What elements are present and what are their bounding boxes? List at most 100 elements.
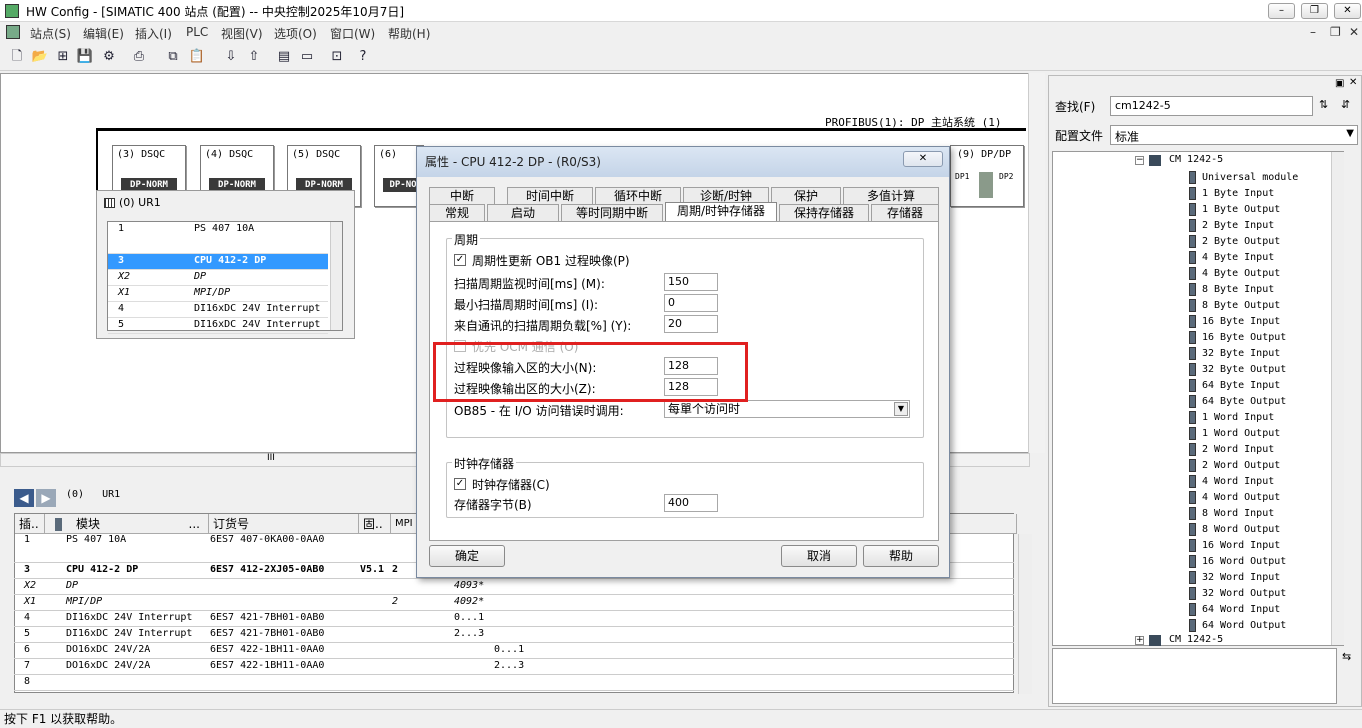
menu-help[interactable]: 帮助(H) bbox=[388, 25, 430, 42]
tree-item[interactable]: 64 Word Output bbox=[1189, 618, 1286, 634]
mdi-close-button[interactable]: ✕ bbox=[1349, 25, 1359, 39]
tree-item[interactable]: 8 Byte Output bbox=[1189, 298, 1280, 314]
tree-node-cm1242-2[interactable]: CM 1242-5 bbox=[1169, 634, 1223, 645]
tree-item[interactable]: 32 Word Output bbox=[1189, 586, 1286, 602]
panel-pin-icon[interactable]: ▣ bbox=[1335, 78, 1344, 89]
station-vertical-scrollbar[interactable] bbox=[1028, 73, 1045, 453]
upload-icon[interactable]: ⇧ bbox=[245, 48, 263, 66]
tree-node-cm1242[interactable]: CM 1242-5 bbox=[1169, 154, 1223, 165]
mdi-restore-button[interactable]: ❐ bbox=[1330, 25, 1341, 39]
ok-button[interactable]: 确定 bbox=[429, 545, 505, 567]
tree-item[interactable]: 16 Byte Input bbox=[1189, 314, 1280, 330]
maximize-button[interactable]: ❐ bbox=[1301, 3, 1328, 19]
slave-9-dpdp[interactable]: (9) DP/DP DP1 DP2 bbox=[950, 145, 1024, 207]
update-ob1-checkbox[interactable]: ✓ bbox=[454, 254, 466, 266]
table-row[interactable]: X1 MPI/DP 2 4092* bbox=[14, 595, 1014, 611]
tab-memory[interactable]: 存储器 bbox=[871, 204, 939, 221]
panel-close-icon[interactable]: ✕ bbox=[1349, 77, 1357, 88]
tree-item[interactable]: 16 Byte Output bbox=[1189, 330, 1286, 346]
rack-ur1[interactable]: (0) UR1 1 PS 407 10A 3 CPU 412-2 DP X2 DP X… bbox=[96, 190, 355, 339]
cancel-button[interactable]: 取消 bbox=[781, 545, 857, 567]
tab-cycle-clock-memory[interactable]: 周期/时钟存储器 bbox=[665, 202, 777, 221]
new-icon[interactable]: 🗋 bbox=[8, 48, 26, 66]
network-view-icon[interactable]: ⊡ bbox=[328, 48, 346, 66]
ob85-select[interactable]: 每單个访问时 ▼ bbox=[664, 400, 910, 418]
scan-monitor-input[interactable]: 150 bbox=[664, 273, 718, 291]
min-scan-input[interactable]: 0 bbox=[664, 294, 718, 312]
mdi-minimize-button[interactable]: – bbox=[1310, 25, 1316, 39]
tree-item[interactable]: 8 Word Output bbox=[1189, 522, 1280, 538]
print-icon[interactable]: ⎙ bbox=[130, 48, 148, 66]
tree-scrollbar[interactable] bbox=[1331, 152, 1344, 645]
open-icon[interactable]: 📂 bbox=[31, 48, 49, 66]
menu-view[interactable]: 视图(V) bbox=[221, 25, 263, 42]
save-icon[interactable]: 💾 bbox=[76, 48, 94, 66]
tree-item[interactable]: 2 Byte Input bbox=[1189, 218, 1274, 234]
find-prev-icon[interactable]: ⇵ bbox=[1341, 98, 1350, 111]
back-arrow-icon[interactable]: ◀ bbox=[14, 489, 34, 507]
tree-item[interactable]: 32 Byte Output bbox=[1189, 362, 1286, 378]
compile-icon[interactable]: ⚙ bbox=[100, 48, 118, 66]
tree-item[interactable]: 8 Byte Input bbox=[1189, 282, 1274, 298]
find-next-icon[interactable]: ⇅ bbox=[1319, 98, 1328, 111]
rack-table-scrollbar[interactable] bbox=[330, 222, 342, 330]
tab-synchronous-cycle[interactable]: 等时同期中断 bbox=[561, 204, 663, 221]
close-button[interactable]: ✕ bbox=[1334, 3, 1361, 19]
tab-interrupts[interactable]: 中断 bbox=[429, 187, 495, 204]
scroll-thumb-grip[interactable]: III bbox=[267, 453, 275, 463]
menu-plc[interactable]: PLC bbox=[186, 25, 208, 39]
paste-icon[interactable]: 📋 bbox=[188, 48, 206, 66]
tree-item[interactable]: Universal module bbox=[1189, 170, 1298, 186]
table-row[interactable]: X2 DP 4093* bbox=[14, 579, 1014, 595]
comm-load-input[interactable]: 20 bbox=[664, 315, 718, 333]
module-table-scrollbar[interactable] bbox=[1018, 534, 1032, 694]
forward-arrow-icon[interactable]: ▶ bbox=[36, 489, 56, 507]
menu-insert[interactable]: 插入(I) bbox=[135, 25, 172, 42]
minimize-button[interactable]: – bbox=[1268, 3, 1295, 19]
tree-item[interactable]: 32 Word Input bbox=[1189, 570, 1280, 586]
clock-memory-checkbox[interactable]: ✓ bbox=[454, 478, 466, 490]
tree-item[interactable]: 16 Word Input bbox=[1189, 538, 1280, 554]
tree-item[interactable]: 2 Word Output bbox=[1189, 458, 1280, 474]
tab-retentive-memory[interactable]: 保持存储器 bbox=[779, 204, 869, 221]
tree-item[interactable]: 4 Byte Output bbox=[1189, 266, 1280, 282]
display-icon[interactable]: ▭ bbox=[298, 48, 316, 66]
menu-edit[interactable]: 编辑(E) bbox=[83, 25, 124, 42]
network-icon[interactable]: ⊞ bbox=[54, 48, 72, 66]
profile-select[interactable]: 标准 ▼ bbox=[1110, 125, 1358, 145]
header-order-number[interactable]: 订货号 bbox=[209, 514, 359, 534]
tree-item[interactable]: 1 Byte Input bbox=[1189, 186, 1274, 202]
table-row[interactable]: 1 PS 407 10A bbox=[108, 222, 328, 254]
table-row[interactable]: 5 DI16xDC 24V Interrupt 6ES7 421-7BH01-0AB… bbox=[14, 627, 1014, 643]
tree-item[interactable]: 64 Byte Input bbox=[1189, 378, 1280, 394]
table-row[interactable]: 5 DI16xDC 24V Interrupt bbox=[108, 318, 328, 334]
table-row[interactable]: 4 DI16xDC 24V Interrupt 6ES7 421-7BH01-0AB… bbox=[14, 611, 1014, 627]
catalog-icon[interactable]: ▤ bbox=[275, 48, 293, 66]
tree-item[interactable]: 32 Byte Input bbox=[1189, 346, 1280, 362]
tab-protection[interactable]: 保护 bbox=[771, 187, 841, 204]
clock-byte-input[interactable]: 400 bbox=[664, 494, 718, 512]
help-button[interactable]: 帮助 bbox=[863, 545, 939, 567]
tab-startup[interactable]: 启动 bbox=[487, 204, 559, 221]
table-row[interactable]: 7 DO16xDC 24V/2A 6ES7 422-1BH11-0AA0 2...3 bbox=[14, 659, 1014, 675]
menu-window[interactable]: 窗口(W) bbox=[330, 25, 375, 42]
collapse-toggle[interactable]: − bbox=[1135, 156, 1144, 165]
catalog-info-icon[interactable]: ⇆ bbox=[1342, 650, 1351, 663]
tree-item[interactable]: 1 Word Output bbox=[1189, 426, 1280, 442]
tab-general[interactable]: 常规 bbox=[429, 204, 485, 221]
header-slot[interactable]: 插.. bbox=[15, 514, 45, 534]
table-row[interactable]: 8 bbox=[14, 675, 1014, 691]
tree-item[interactable]: 2 Word Input bbox=[1189, 442, 1274, 458]
help-cursor-icon[interactable]: ? bbox=[354, 48, 372, 66]
download-icon[interactable]: ⇩ bbox=[222, 48, 240, 66]
expand-toggle[interactable]: + bbox=[1135, 636, 1144, 645]
tree-item[interactable]: 64 Word Input bbox=[1189, 602, 1280, 618]
table-row[interactable]: 3 CPU 412-2 DP bbox=[108, 254, 328, 270]
tab-multicomputing[interactable]: 多值计算 bbox=[843, 187, 939, 204]
tree-item[interactable]: 4 Word Output bbox=[1189, 490, 1280, 506]
tree-item[interactable]: 4 Byte Input bbox=[1189, 250, 1274, 266]
table-row[interactable]: X1 MPI/DP bbox=[108, 286, 328, 302]
search-input[interactable]: cm1242-5 bbox=[1110, 96, 1313, 116]
tree-item[interactable]: 1 Byte Output bbox=[1189, 202, 1280, 218]
header-module[interactable]: 模块... bbox=[45, 514, 209, 534]
